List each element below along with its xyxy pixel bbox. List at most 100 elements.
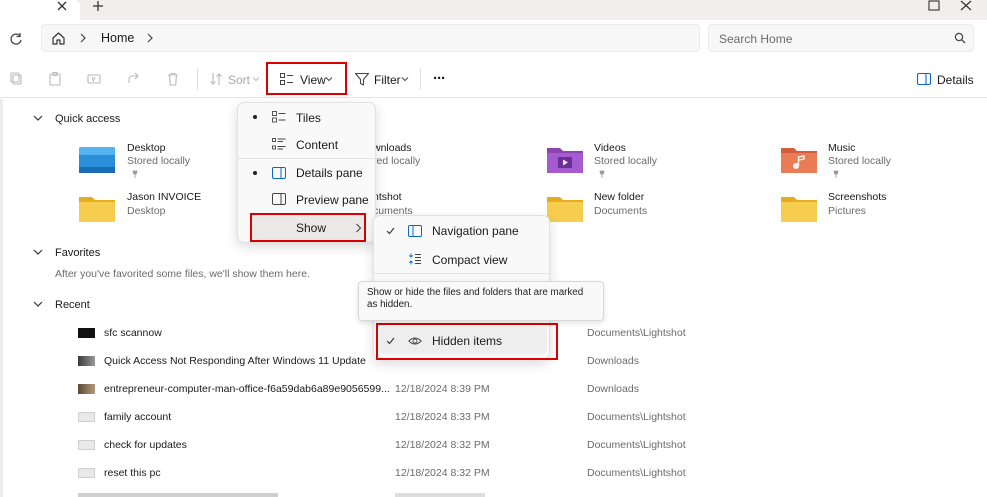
recent-file-name[interactable]: entrepreneur-computer-man-office-f6a59da… (104, 383, 390, 395)
folder-icon[interactable] (547, 194, 583, 222)
details-button[interactable]: Details (937, 73, 974, 87)
chevron-right-icon (355, 223, 362, 233)
more-options-button[interactable]: ··· (433, 70, 446, 87)
search-icon[interactable] (954, 32, 966, 44)
sort-button[interactable]: Sort (228, 73, 250, 87)
copy-icon[interactable] (9, 71, 25, 87)
recent-file-date: 12/18/2024 8:33 PM (395, 411, 490, 423)
sort-caret-icon (252, 75, 260, 83)
recent-file-date: 12/18/2024 8:32 PM (395, 467, 490, 479)
quick-access-item-name[interactable]: wnloads (373, 142, 412, 154)
breadcrumb-home[interactable]: Home (101, 31, 134, 45)
collapse-chevron-icon[interactable] (33, 113, 43, 123)
menu-divider (238, 158, 375, 159)
quick-access-item-sub: red locally (373, 155, 421, 167)
recent-file-name[interactable]: family account (104, 411, 171, 423)
quick-access-item-name[interactable]: Screenshots (828, 191, 886, 203)
file-thumbnail-icon (78, 328, 95, 338)
search-placeholder: Search Home (719, 32, 793, 46)
file-thumbnail-icon (78, 356, 95, 366)
collapse-chevron-icon[interactable] (33, 247, 43, 257)
recent-file-location: Downloads (587, 355, 639, 367)
recent-file-name[interactable]: sfc scannow (104, 327, 162, 339)
filter-icon[interactable] (354, 71, 370, 87)
refresh-icon[interactable] (9, 32, 23, 46)
compact-view-icon (408, 253, 422, 265)
delete-icon[interactable] (165, 71, 181, 87)
recent-file-date: 12/18/2024 8:39 PM (395, 383, 490, 395)
recent-file-location: Documents\Lightshot (587, 411, 686, 423)
details-pane-icon[interactable] (916, 71, 932, 87)
show-compact-view[interactable]: Compact view (432, 253, 507, 267)
view-menu-preview-pane[interactable]: Preview pane (296, 193, 369, 207)
recent-file-date: 12/18/2024 8:32 PM (395, 439, 490, 451)
recent-file-location: Documents\Lightshot (587, 439, 686, 451)
recent-file-name[interactable]: check for updates (104, 439, 187, 451)
hidden-items-highlight (376, 323, 558, 360)
menu-divider (374, 273, 549, 274)
desktop-folder-icon[interactable] (79, 145, 115, 173)
quick-access-item-name[interactable]: Jason INVOICE (127, 191, 201, 203)
pin-icon (832, 170, 840, 178)
videos-folder-icon[interactable] (547, 145, 583, 173)
pin-icon (598, 170, 606, 178)
breadcrumb-chevron-icon[interactable] (78, 33, 88, 43)
recent-file-name[interactable]: reset this pc (104, 467, 161, 479)
tab-strip (0, 0, 987, 20)
file-thumbnail-icon (78, 384, 95, 394)
paste-icon[interactable] (47, 71, 63, 87)
favorites-hint: After you've favorited some files, we'll… (55, 268, 310, 280)
quick-access-item-name[interactable]: ntshot (373, 191, 402, 203)
favorites-title[interactable]: Favorites (55, 247, 100, 259)
new-tab-icon[interactable] (91, 0, 105, 14)
content-icon (272, 138, 286, 150)
filter-caret-icon (401, 75, 409, 83)
file-thumbnail-icon (78, 440, 95, 450)
quick-access-title[interactable]: Quick access (55, 113, 120, 125)
address-bar[interactable] (41, 24, 700, 52)
close-window-icon[interactable] (958, 0, 974, 14)
close-tab-icon[interactable] (55, 0, 69, 14)
music-folder-icon[interactable] (781, 145, 817, 173)
view-menu-content[interactable]: Content (296, 138, 338, 152)
quick-access-item-name[interactable]: New folder (594, 191, 644, 203)
recent-file-location: Documents\Lightshot (587, 467, 686, 479)
selected-bullet-icon (253, 171, 257, 175)
folder-icon[interactable] (781, 194, 817, 222)
quick-access-item-name[interactable]: Desktop (127, 142, 166, 154)
selected-bullet-icon (253, 115, 257, 119)
recent-row-partial (395, 493, 485, 497)
recent-file-name[interactable]: Quick Access Not Responding After Window… (104, 355, 366, 367)
details-pane-icon (272, 167, 286, 179)
recent-title[interactable]: Recent (55, 299, 90, 311)
sort-icon[interactable] (208, 71, 224, 87)
share-icon[interactable] (126, 71, 142, 87)
show-navigation-pane[interactable]: Navigation pane (432, 224, 519, 238)
file-thumbnail-icon (78, 468, 95, 478)
view-menu-tiles[interactable]: Tiles (296, 111, 321, 125)
quick-access-item-sub: Documents (594, 205, 648, 217)
filter-button[interactable]: Filter (374, 73, 401, 87)
command-bar (0, 60, 987, 98)
view-button-highlight (266, 62, 347, 95)
toolbar-separator (197, 68, 198, 90)
view-menu-show-label: Show (296, 221, 327, 235)
home-icon[interactable] (51, 31, 66, 46)
quick-access-item-sub: Stored locally (594, 155, 658, 167)
toolbar-separator (420, 68, 421, 90)
hidden-items-tooltip: Show or hide the files and folders that … (358, 281, 604, 321)
maximize-icon[interactable] (926, 0, 942, 14)
recent-file-location: Downloads (587, 383, 639, 395)
quick-access-item-name[interactable]: Videos (594, 142, 626, 154)
breadcrumb-chevron-icon[interactable] (145, 33, 155, 43)
quick-access-item-sub: Stored locally (127, 155, 191, 167)
check-icon (386, 227, 395, 235)
view-menu-details-pane[interactable]: Details pane (296, 166, 363, 180)
quick-access-item-name[interactable]: Music (828, 142, 855, 154)
navigation-pane-edge[interactable] (0, 99, 3, 497)
folder-icon[interactable] (79, 194, 115, 222)
quick-access-item-sub: Desktop (127, 205, 166, 217)
tiles-icon (272, 111, 286, 123)
collapse-chevron-icon[interactable] (33, 299, 43, 309)
rename-icon[interactable] (86, 71, 102, 87)
